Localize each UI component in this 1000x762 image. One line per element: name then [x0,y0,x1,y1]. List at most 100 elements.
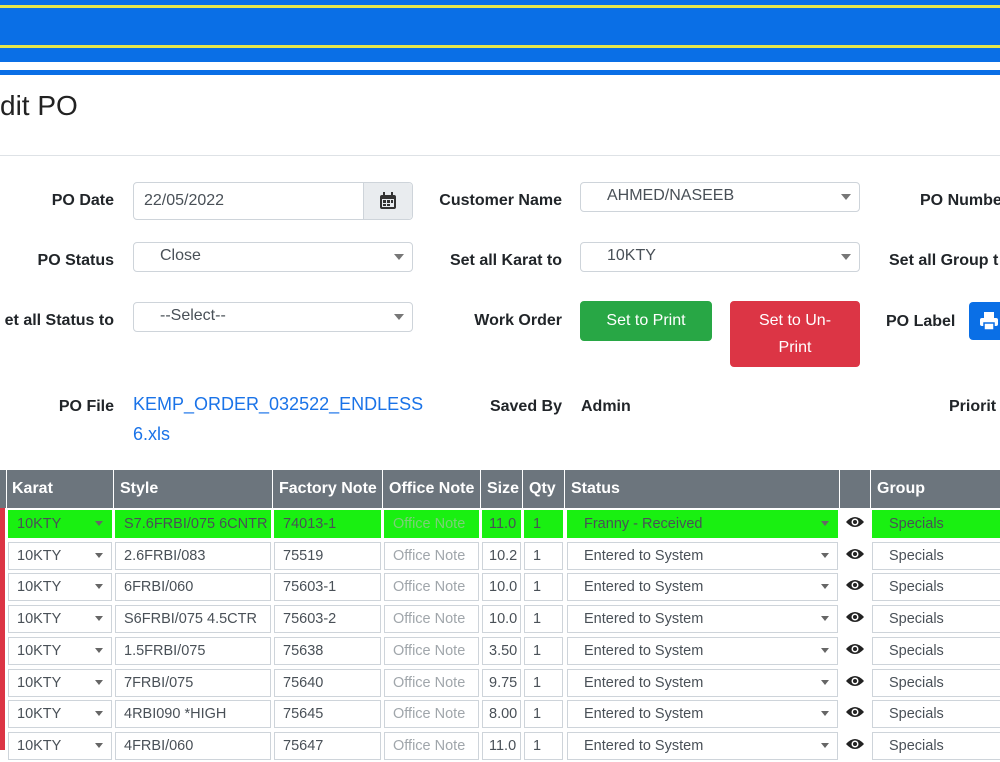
po-status-select[interactable]: Close [133,242,413,272]
group-select[interactable]: Specials [872,541,1000,570]
status-select[interactable]: Entered to System [567,541,838,570]
office-note-input[interactable]: Office Note [384,573,479,602]
style-input[interactable]: 6FRBI/060 [115,573,271,602]
office-note-placeholder: Office Note [393,642,466,659]
group-select[interactable]: Specials [872,636,1000,665]
status-select[interactable]: Entered to System [567,605,838,634]
status-value: Entered to System [584,611,704,628]
eye-icon[interactable] [845,641,865,657]
set-to-unprint-button[interactable]: Set to Un- Print [730,301,860,367]
karat-value: 10KTY [17,611,62,628]
printer-icon [980,312,998,331]
set-all-karat-select[interactable]: 10KTY [580,242,860,272]
office-note-input[interactable]: Office Note [384,668,479,697]
size-input[interactable]: 10.0 [482,573,521,602]
style-input[interactable]: 7FRBI/075 [115,668,271,697]
print-label-button[interactable] [969,302,1000,340]
qty-input[interactable]: 1 [524,541,563,570]
eye-icon[interactable] [845,546,865,562]
navbar-underline [0,70,1000,75]
qty-input[interactable]: 1 [524,510,563,538]
style-value: S6FRBI/075 4.5CTR [124,611,257,628]
size-input[interactable]: 10.2 [482,541,521,570]
status-select[interactable]: Entered to System [567,573,838,602]
size-value: 10.0 [489,579,518,596]
status-value: Franny - Received [584,516,703,532]
karat-select[interactable]: 10KTY [8,573,112,602]
group-select[interactable]: Specials [872,605,1000,634]
eye-icon[interactable] [845,673,865,689]
office-note-input[interactable]: Office Note [384,510,479,538]
factory-note-input[interactable]: 74013-1 [274,510,381,538]
office-note-input[interactable]: Office Note [384,541,479,570]
factory-note-input[interactable]: 75519 [274,541,381,570]
style-input[interactable]: S7.6FRBI/075 6CNTR [115,510,271,538]
table-row: 10KTY 7FRBI/075 75640 Office Note 9.75 1 Enter… [0,667,1000,699]
factory-note-input[interactable]: 75638 [274,636,381,665]
size-input[interactable]: 11.0 [482,731,521,760]
factory-note-input[interactable]: 75603-2 [274,605,381,634]
qty-input[interactable]: 1 [524,668,563,697]
status-select[interactable]: Entered to System [567,700,838,729]
office-note-input[interactable]: Office Note [384,605,479,634]
karat-select[interactable]: 10KTY [8,668,112,697]
eye-icon[interactable] [845,577,865,593]
table-header: Karat Style Factory Note Office Note Siz… [0,470,1000,508]
po-file-link-line1: KEMP_ORDER_032522_ENDLESS [133,394,424,414]
factory-note-input[interactable]: 75640 [274,668,381,697]
style-input[interactable]: 4FRBI/060 [115,731,271,760]
karat-select[interactable]: 10KTY [8,541,112,570]
karat-select[interactable]: 10KTY [8,510,112,538]
karat-select[interactable]: 10KTY [8,731,112,760]
po-file-link[interactable]: KEMP_ORDER_032522_ENDLESS 6.xls [133,389,423,449]
size-input[interactable]: 11.0 [482,510,521,538]
qty-input[interactable]: 1 [524,573,563,602]
status-select[interactable]: Entered to System [567,636,838,665]
th-view [840,470,871,508]
customer-name-label: Customer Name [439,192,562,209]
office-note-input[interactable]: Office Note [384,636,479,665]
eye-icon[interactable] [845,704,865,720]
eye-icon[interactable] [845,609,865,625]
office-note-input[interactable]: Office Note [384,700,479,729]
group-select[interactable]: Specials [872,668,1000,697]
style-input[interactable]: 1.5FRBI/075 [115,636,271,665]
karat-select[interactable]: 10KTY [8,605,112,634]
eye-icon[interactable] [845,514,865,530]
factory-note-input[interactable]: 75603-1 [274,573,381,602]
factory-note-value: 74013-1 [283,516,337,532]
karat-select[interactable]: 10KTY [8,636,112,665]
size-input[interactable]: 3.50 [482,636,521,665]
po-status-value: Close [160,247,201,264]
calendar-button[interactable] [363,183,412,219]
factory-note-input[interactable]: 75647 [274,731,381,760]
po-file-link-line2: 6.xls [133,424,171,444]
eye-icon[interactable] [845,736,865,752]
style-input[interactable]: S6FRBI/075 4.5CTR [115,605,271,634]
office-note-input[interactable]: Office Note [384,731,479,760]
status-select[interactable]: Franny - Received [567,510,838,538]
set-to-print-button[interactable]: Set to Print [580,301,712,341]
customer-name-select[interactable]: AHMED/NASEEB [580,182,860,212]
status-select[interactable]: Entered to System [567,668,838,697]
qty-input[interactable]: 1 [524,605,563,634]
set-all-status-select[interactable]: --Select-- [133,302,413,332]
karat-value: 10KTY [17,706,62,723]
group-select[interactable]: Specials [872,510,1000,538]
group-select[interactable]: Specials [872,573,1000,602]
qty-input[interactable]: 1 [524,700,563,729]
size-input[interactable]: 9.75 [482,668,521,697]
style-input[interactable]: 2.6FRBI/083 [115,541,271,570]
group-select[interactable]: Specials [872,731,1000,760]
size-input[interactable]: 8.00 [482,700,521,729]
group-select[interactable]: Specials [872,700,1000,729]
po-file-label: PO File [58,398,114,415]
qty-input[interactable]: 1 [524,731,563,760]
size-input[interactable]: 10.0 [482,605,521,634]
style-input[interactable]: 4RBI090 *HIGH [115,700,271,729]
karat-select[interactable]: 10KTY [8,700,112,729]
status-select[interactable]: Entered to System [567,731,838,760]
factory-note-input[interactable]: 75645 [274,700,381,729]
po-date-input[interactable]: 22/05/2022 [133,182,413,220]
qty-input[interactable]: 1 [524,636,563,665]
